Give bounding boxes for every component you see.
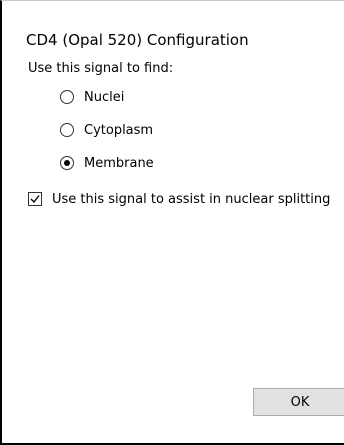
radio-circle-icon[interactable] [60,123,74,137]
radio-membrane[interactable]: Membrane [60,153,154,173]
checkbox-check-icon[interactable] [28,192,42,206]
dialog-title: CD4 (Opal 520) Configuration [26,31,249,49]
configuration-dialog: CD4 (Opal 520) Configuration Use this si… [0,0,344,445]
radio-cytoplasm[interactable]: Cytoplasm [60,120,153,140]
assist-nuclear-splitting-checkbox[interactable]: Use this signal to assist in nuclear spl… [28,189,330,209]
ok-button[interactable]: OK [253,388,344,416]
radio-nuclei[interactable]: Nuclei [60,87,124,107]
radio-cytoplasm-label[interactable]: Cytoplasm [84,123,153,138]
find-prompt-label: Use this signal to find: [28,61,174,76]
radio-circle-icon[interactable] [60,156,74,170]
radio-membrane-label[interactable]: Membrane [84,156,154,171]
radio-nuclei-label[interactable]: Nuclei [84,90,124,105]
radio-circle-icon[interactable] [60,90,74,104]
assist-nuclear-splitting-label[interactable]: Use this signal to assist in nuclear spl… [52,192,330,207]
